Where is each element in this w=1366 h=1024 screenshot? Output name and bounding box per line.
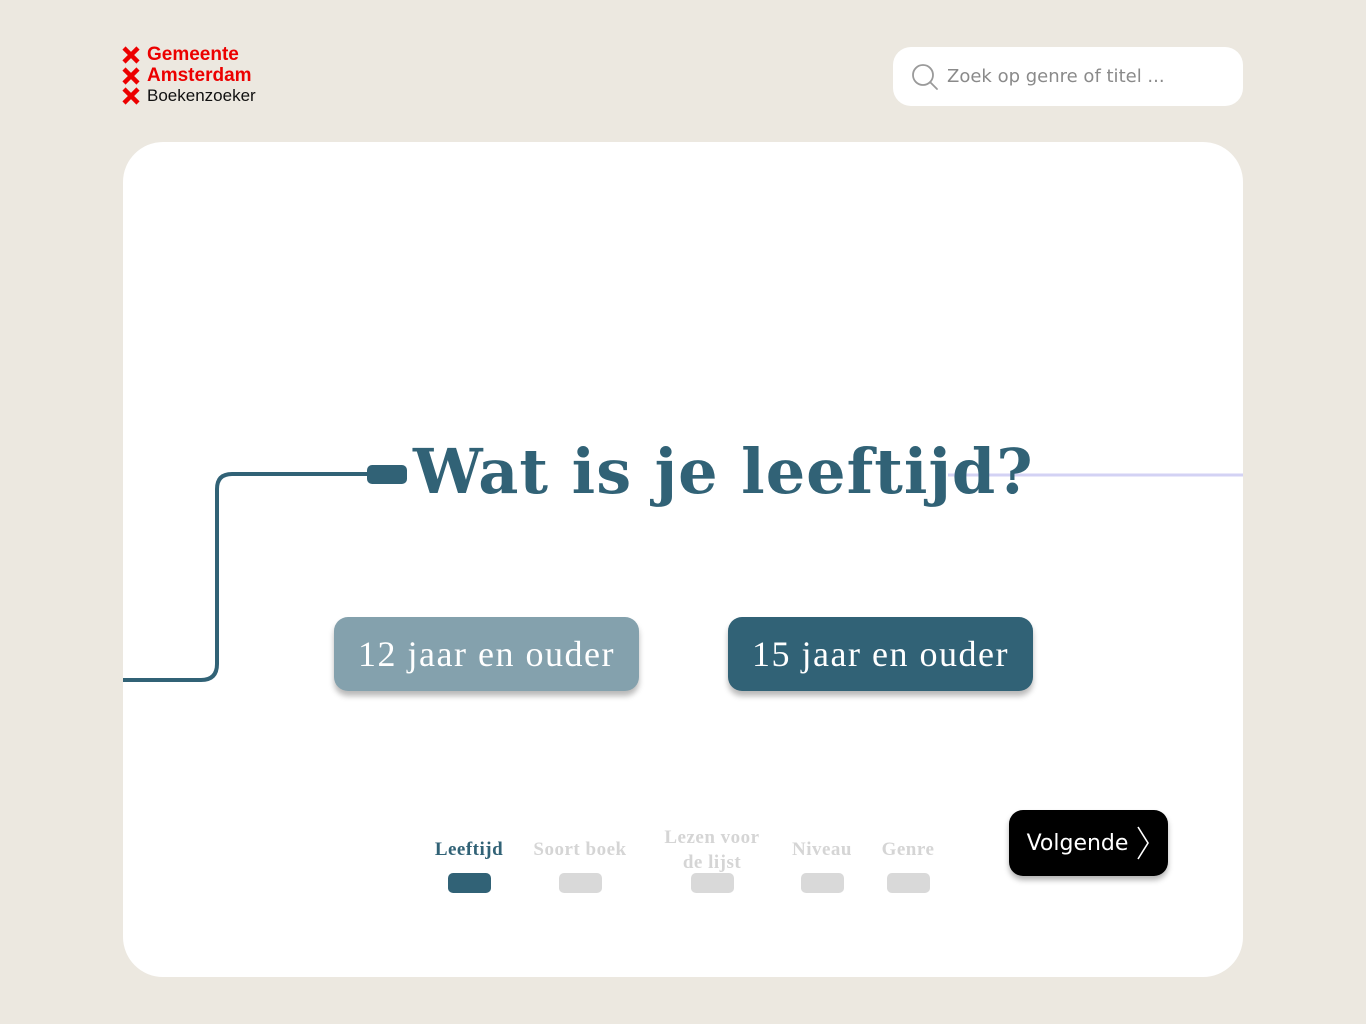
gemeente-amsterdam-logo[interactable]: Gemeente Amsterdam Boekenzoeker — [122, 45, 256, 107]
logo-line-amsterdam: Amsterdam — [147, 64, 252, 86]
step-genre[interactable]: Genre — [858, 837, 958, 893]
search-icon — [912, 64, 938, 90]
question-card: Wat is je leeftijd? 12 jaar en ouder 15 … — [123, 142, 1243, 977]
step-label: Soort boek — [533, 839, 627, 860]
logo-line-boekenzoeker: Boekenzoeker — [147, 86, 256, 106]
step-label: Genre — [881, 839, 935, 860]
logo-line-gemeente: Gemeente — [147, 44, 239, 66]
step-leeftijd[interactable]: Leeftijd — [419, 837, 519, 893]
step-label: Leeftijd — [434, 839, 504, 860]
next-button[interactable]: Volgende — [1009, 810, 1168, 876]
step-label: Niveau — [792, 839, 852, 860]
search-input[interactable] — [947, 47, 1227, 106]
step-indicator — [800, 873, 844, 893]
step-indicator — [558, 873, 602, 893]
age-option-15-plus[interactable]: 15 jaar en ouder — [728, 617, 1033, 691]
step-indicator — [886, 873, 930, 893]
step-niveau[interactable]: Niveau — [772, 837, 872, 893]
age-option-label: 12 jaar en ouder — [358, 634, 615, 674]
question-title: Wat is je leeftijd? — [413, 435, 1034, 508]
step-indicator-active — [447, 873, 491, 893]
age-option-12-plus[interactable]: 12 jaar en ouder — [334, 617, 639, 691]
amsterdam-x-icon — [122, 67, 140, 85]
step-lezen-voor-de-lijst[interactable]: Lezen voor de lijst — [652, 825, 772, 893]
amsterdam-x-icon — [122, 87, 140, 105]
next-button-label: Volgende — [1026, 830, 1129, 856]
step-indicator — [690, 873, 734, 893]
step-soort-boek[interactable]: Soort boek — [520, 837, 640, 893]
age-option-label: 15 jaar en ouder — [752, 634, 1009, 674]
step-label: Lezen voor de lijst — [664, 827, 760, 873]
amsterdam-x-icon — [122, 46, 140, 64]
search-box[interactable] — [893, 47, 1243, 106]
chevron-right-icon — [1137, 826, 1150, 860]
